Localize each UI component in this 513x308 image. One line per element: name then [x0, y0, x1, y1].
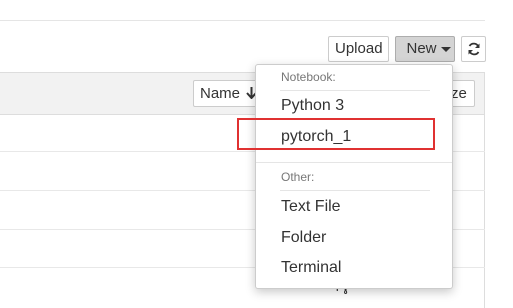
sort-name-label: Name — [200, 85, 241, 102]
upload-button[interactable]: Upload — [328, 36, 389, 62]
menu-item-text-file[interactable]: Text File — [281, 198, 341, 216]
menu-item-terminal[interactable]: Terminal — [281, 259, 341, 277]
new-dropdown-menu: Notebook: Python 3 pytorch_1 Other: Text… — [255, 64, 453, 289]
refresh-icon — [468, 42, 479, 56]
caret-down-icon — [440, 46, 451, 52]
menu-item-folder[interactable]: Folder — [281, 229, 326, 247]
refresh-button[interactable] — [461, 36, 486, 62]
menu-header-other: Other: — [281, 170, 315, 184]
sort-by-name-button[interactable]: Name — [193, 80, 259, 107]
highlight-annotation — [237, 118, 435, 150]
menu-item-python3[interactable]: Python 3 — [281, 97, 344, 115]
top-divider — [0, 20, 485, 21]
sort-size-label: ze — [451, 85, 467, 102]
new-dropdown-button[interactable]: New — [395, 36, 455, 62]
menu-header-notebook: Notebook: — [281, 70, 336, 84]
menu-divider — [256, 162, 452, 163]
menu-divider — [280, 190, 430, 191]
menu-divider — [280, 90, 430, 91]
new-button-label: New — [406, 40, 437, 57]
